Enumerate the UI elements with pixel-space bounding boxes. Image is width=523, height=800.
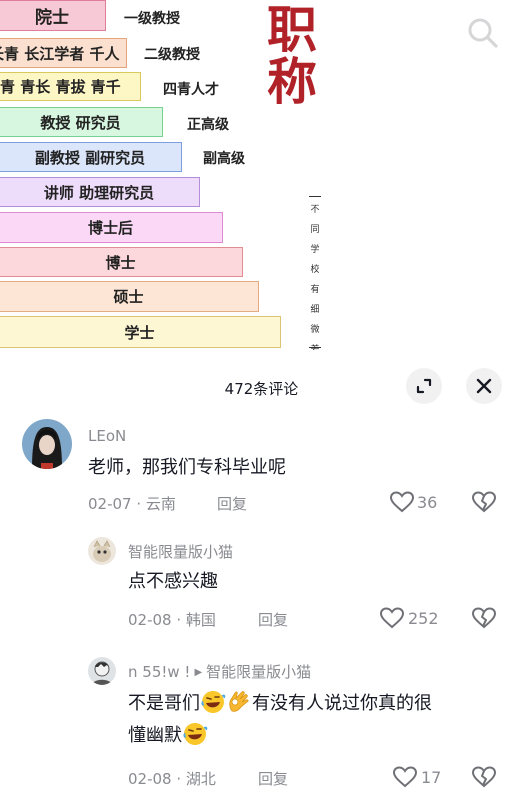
comment-text: 点不感兴趣 bbox=[128, 571, 218, 592]
reply-button[interactable]: 回复 bbox=[258, 609, 288, 630]
rank-label: 长青 长江学者 千人 bbox=[0, 44, 120, 63]
rank-bar: 教授 研究员 bbox=[0, 107, 163, 137]
heart-icon[interactable] bbox=[392, 765, 418, 789]
poster-title: 职称 bbox=[267, 0, 317, 111]
rank-label: 教授 研究员 bbox=[40, 113, 121, 132]
rank-label: 副教授 副研究员 bbox=[34, 148, 146, 167]
avatar[interactable] bbox=[22, 419, 72, 469]
rank-bar: 学士 bbox=[0, 316, 281, 348]
rank-label: 博士 bbox=[105, 253, 136, 272]
comment-date: 02-07 bbox=[88, 495, 132, 513]
rank-bar: 院士 bbox=[0, 0, 106, 31]
rank-bar: 讲师 助理研究员 bbox=[0, 177, 200, 207]
rank-bar: 长青 长江学者 千人 bbox=[0, 38, 127, 68]
close-button[interactable] bbox=[466, 368, 502, 404]
comment-meta: 02-08 · 韩国 bbox=[128, 611, 216, 629]
avatar-image bbox=[88, 657, 116, 685]
note-char: 细 bbox=[310, 305, 320, 315]
like-count: 252 bbox=[408, 609, 439, 628]
level-label: 副高级 bbox=[203, 151, 245, 167]
comment-text-part: 懂幽默 bbox=[128, 725, 182, 746]
comments-panel: 472条评论 LEoN 老师，那我们专科毕业呢 02-07 · 云南 回复 36… bbox=[0, 350, 523, 800]
search-icon[interactable] bbox=[466, 16, 500, 50]
rank-bar: 博士 bbox=[0, 247, 243, 277]
note-char: 差 bbox=[310, 345, 320, 350]
reply-author[interactable]: n 55!w ! bbox=[128, 663, 190, 681]
dislike-heart-icon[interactable] bbox=[471, 765, 497, 789]
rank-label: 学士 bbox=[124, 323, 155, 342]
reply-target[interactable]: 智能限量版小猫 bbox=[206, 663, 311, 681]
level-label: 一级教授 bbox=[124, 11, 180, 27]
rank-label: 院士 bbox=[35, 8, 69, 28]
close-icon bbox=[476, 378, 492, 394]
comment-date: 02-08 bbox=[128, 611, 172, 629]
comment-meta: 02-07 · 云南 bbox=[88, 495, 176, 513]
reply-button[interactable]: 回复 bbox=[217, 493, 247, 514]
avatar[interactable] bbox=[88, 537, 116, 565]
level-label: 正高级 bbox=[187, 117, 229, 133]
heart-icon[interactable] bbox=[379, 606, 405, 630]
post-image: 院士 长青 长江学者 千人 优青 青长 青拔 青千 教授 研究员 副教授 副研究… bbox=[0, 0, 523, 350]
comment-text: 不是哥们 有没有人说过你真的很懂幽默 bbox=[128, 688, 508, 752]
rofl-emoji-icon bbox=[201, 691, 226, 713]
rank-bar: 副教授 副研究员 bbox=[0, 142, 182, 172]
ok-hand-emoji-icon bbox=[229, 691, 249, 712]
like-count: 36 bbox=[417, 493, 438, 512]
comment-date: 02-08 bbox=[128, 770, 172, 788]
rank-bar: 优青 青长 青拔 青千 bbox=[0, 72, 141, 101]
note-char: 同 bbox=[310, 225, 320, 235]
level-label: 四青人才 bbox=[163, 82, 219, 98]
note-char: 不 bbox=[310, 205, 320, 215]
comment-username: n 55!w ! ▶ 智能限量版小猫 bbox=[128, 661, 311, 682]
rofl-emoji-icon bbox=[183, 723, 208, 745]
expand-icon bbox=[416, 378, 432, 394]
rank-bar: 博士后 bbox=[0, 212, 223, 243]
comment-location: 韩国 bbox=[185, 611, 216, 629]
dislike-heart-icon[interactable] bbox=[471, 606, 497, 630]
heart-icon[interactable] bbox=[389, 490, 415, 514]
note-char: 微 bbox=[310, 325, 320, 335]
rank-label: 讲师 助理研究员 bbox=[43, 183, 155, 202]
comment-location: 湖北 bbox=[185, 770, 216, 788]
reply-arrow-icon: ▶ bbox=[194, 667, 203, 678]
dislike-heart-icon[interactable] bbox=[471, 490, 497, 514]
avatar[interactable] bbox=[88, 657, 116, 685]
rank-label: 优青 青长 青拔 青千 bbox=[0, 78, 121, 96]
rank-label: 硕士 bbox=[113, 288, 144, 306]
comment-text: 老师，那我们专科毕业呢 bbox=[88, 457, 286, 478]
comment-text-part: 不是哥们 bbox=[128, 693, 200, 714]
comment-meta: 02-08 · 湖北 bbox=[128, 770, 216, 788]
vertical-note: 不 同 学 校 有 细 微 差 别 bbox=[309, 196, 321, 350]
comment-username[interactable]: LEoN bbox=[88, 427, 126, 445]
expand-button[interactable] bbox=[406, 368, 442, 404]
note-char: 校 bbox=[310, 265, 320, 275]
comments-count-title: 472条评论 bbox=[224, 380, 299, 398]
comment-text-part: 有没有人说过你真的很 bbox=[252, 693, 432, 714]
comment-location: 云南 bbox=[145, 495, 176, 513]
note-char: 学 bbox=[310, 245, 320, 255]
note-char: 有 bbox=[310, 285, 320, 295]
like-count: 17 bbox=[421, 768, 442, 787]
avatar-image bbox=[88, 537, 116, 565]
comment-username[interactable]: 智能限量版小猫 bbox=[128, 541, 233, 562]
rank-label: 博士后 bbox=[87, 219, 133, 237]
avatar-image bbox=[22, 419, 72, 469]
reply-button[interactable]: 回复 bbox=[258, 768, 288, 789]
level-label: 二级教授 bbox=[144, 47, 200, 63]
rank-bar: 硕士 bbox=[0, 281, 259, 312]
